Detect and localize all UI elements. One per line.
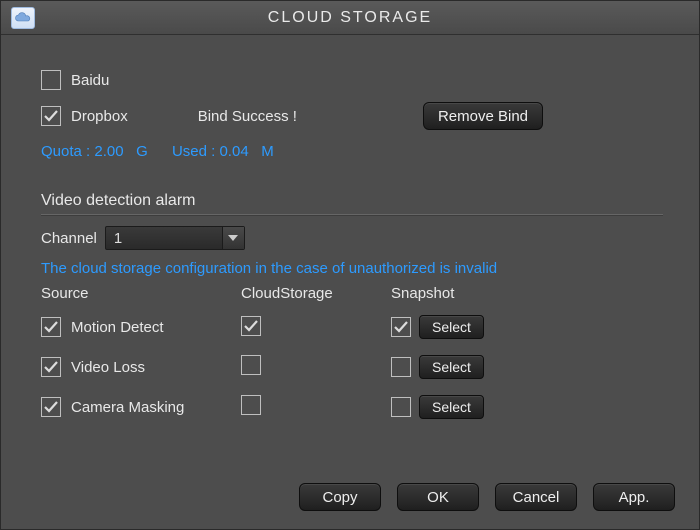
remove-bind-button[interactable]: Remove Bind <box>423 102 543 130</box>
channel-select[interactable]: 1 <box>105 226 245 250</box>
mask-source-checkbox[interactable] <box>41 397 61 417</box>
col-cloud: CloudStorage <box>241 285 391 302</box>
used-value: 0.04 <box>219 143 248 160</box>
cancel-button[interactable]: Cancel <box>495 483 577 511</box>
vloss-label: Video Loss <box>71 359 145 376</box>
baidu-checkbox[interactable] <box>41 70 61 90</box>
bind-status-text: Bind Success ! <box>198 108 297 125</box>
cloud-storage-window: CLOUD STORAGE Baidu Dropbox Bind Success… <box>0 0 700 530</box>
col-snapshot: Snapshot <box>391 285 561 302</box>
warning-text: The cloud storage configuration in the c… <box>41 260 663 277</box>
motion-select-button[interactable]: Select <box>419 315 484 339</box>
mask-cloud-checkbox[interactable] <box>241 395 261 415</box>
vloss-cloud-checkbox[interactable] <box>241 355 261 375</box>
mask-label: Camera Masking <box>71 399 184 416</box>
copy-button[interactable]: Copy <box>299 483 381 511</box>
row-mask-cloud <box>241 395 391 419</box>
row-mask-source: Camera Masking <box>41 392 241 422</box>
used-unit: M <box>261 143 274 160</box>
row-motion-snapshot: Select <box>391 315 561 339</box>
alarm-grid: Source CloudStorage Snapshot Motion Dete… <box>41 285 663 422</box>
section-divider <box>41 214 663 216</box>
used-label: Used : <box>172 143 215 160</box>
dropbox-row: Dropbox Bind Success ! Remove Bind <box>41 101 663 131</box>
dropbox-label: Dropbox <box>71 108 128 125</box>
row-vloss-source: Video Loss <box>41 352 241 382</box>
motion-snapshot-checkbox[interactable] <box>391 317 411 337</box>
titlebar: CLOUD STORAGE <box>1 1 699 35</box>
mask-snapshot-checkbox[interactable] <box>391 397 411 417</box>
ok-button[interactable]: OK <box>397 483 479 511</box>
dropbox-checkbox[interactable] <box>41 106 61 126</box>
vloss-source-checkbox[interactable] <box>41 357 61 377</box>
baidu-row: Baidu <box>41 65 663 95</box>
vloss-snapshot-checkbox[interactable] <box>391 357 411 377</box>
quota-line: Quota : 2.00 G Used : 0.04 M <box>41 143 663 160</box>
quota-label: Quota : <box>41 143 90 160</box>
chevron-down-icon <box>222 227 244 249</box>
baidu-label: Baidu <box>71 72 109 89</box>
mask-select-button[interactable]: Select <box>419 395 484 419</box>
content-area: Baidu Dropbox Bind Success ! Remove Bind… <box>1 35 699 432</box>
channel-value: 1 <box>114 230 122 247</box>
quota-unit: G <box>136 143 148 160</box>
quota-value: 2.00 <box>94 143 123 160</box>
motion-source-checkbox[interactable] <box>41 317 61 337</box>
row-motion-source: Motion Detect <box>41 312 241 342</box>
bottom-bar: Copy OK Cancel App. <box>299 483 675 511</box>
vloss-select-button[interactable]: Select <box>419 355 484 379</box>
section-title: Video detection alarm <box>41 192 663 210</box>
motion-cloud-checkbox[interactable] <box>241 316 261 336</box>
row-vloss-snapshot: Select <box>391 355 561 379</box>
row-motion-cloud <box>241 316 391 338</box>
app-button[interactable]: App. <box>593 483 675 511</box>
channel-label: Channel <box>41 230 97 247</box>
row-vloss-cloud <box>241 355 391 379</box>
cloud-icon <box>11 7 35 29</box>
col-source: Source <box>41 285 241 302</box>
window-title: CLOUD STORAGE <box>1 9 699 27</box>
channel-row: Channel 1 <box>41 226 663 250</box>
row-mask-snapshot: Select <box>391 395 561 419</box>
motion-label: Motion Detect <box>71 319 164 336</box>
